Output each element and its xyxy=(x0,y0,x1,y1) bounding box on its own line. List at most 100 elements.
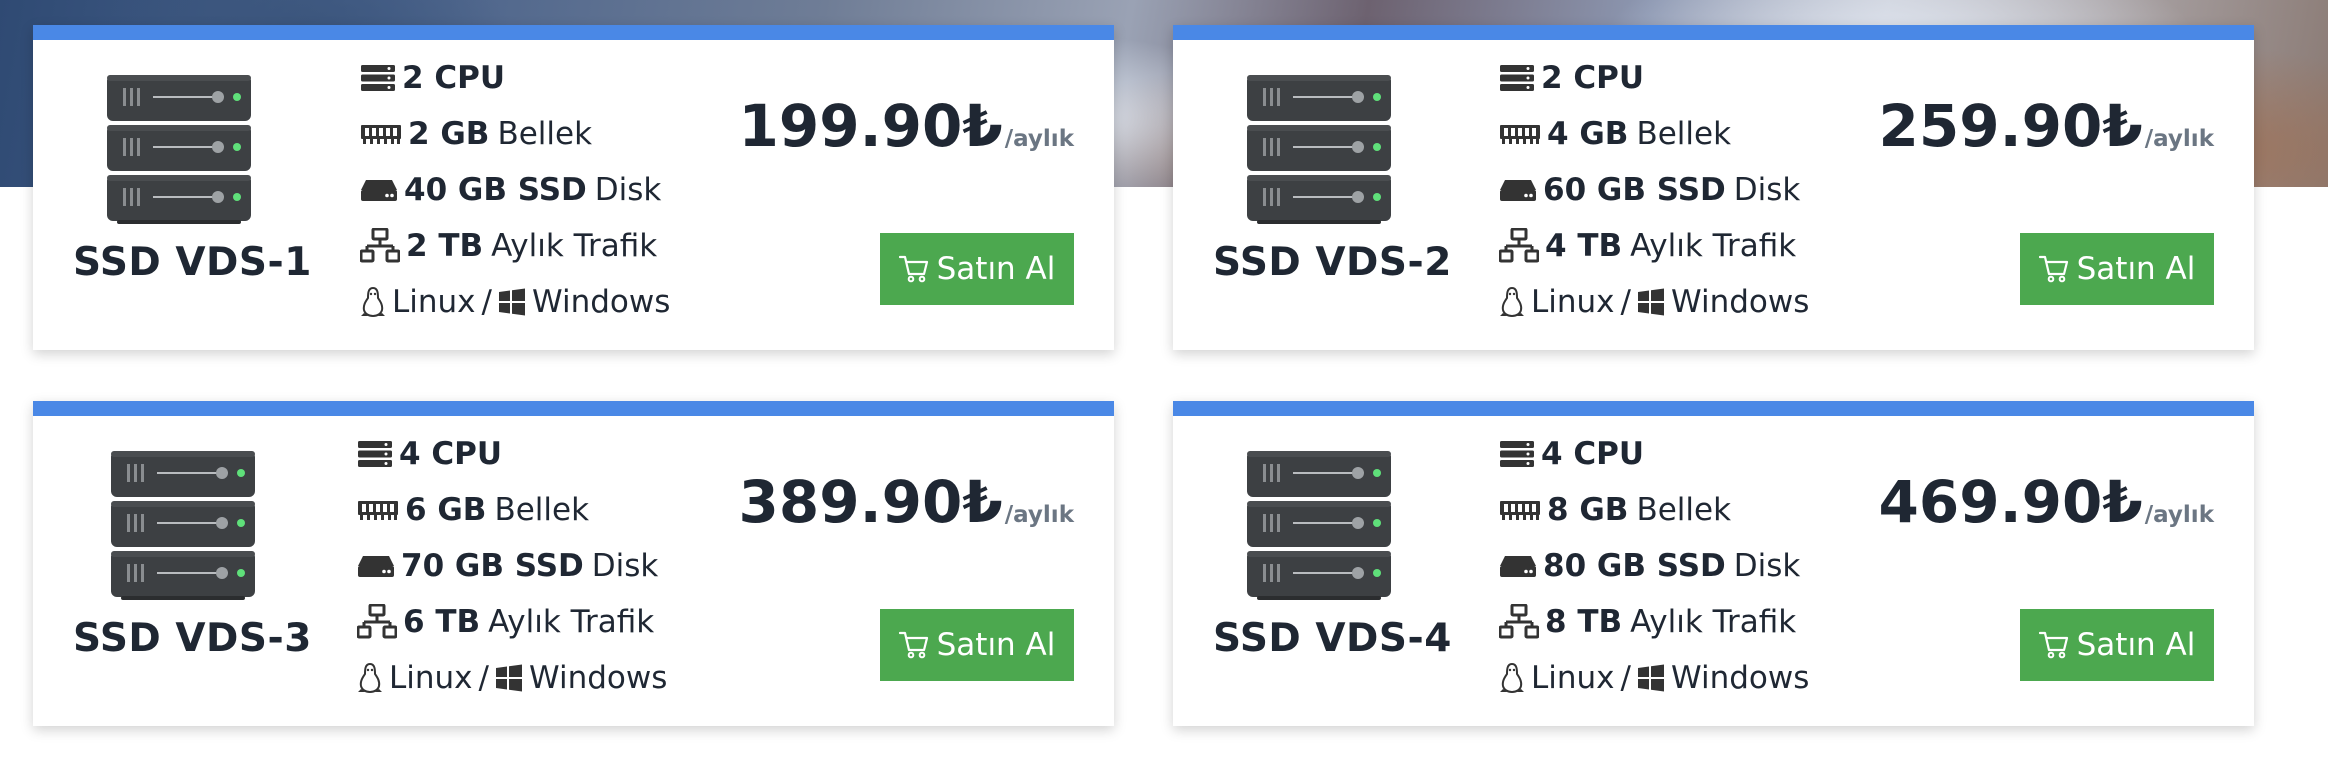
price-row: 389.90₺ /aylık xyxy=(739,468,1074,536)
ram-label: Bellek xyxy=(497,116,593,152)
disk-label: Disk xyxy=(594,172,662,208)
cpu-icon xyxy=(357,440,393,468)
server-icon xyxy=(1245,73,1393,225)
server-icon xyxy=(105,73,253,225)
windows-icon xyxy=(1637,664,1665,692)
plan-name: SSD VDS-4 xyxy=(1213,616,1452,661)
ram-value: 4 GB xyxy=(1547,116,1629,152)
price-period: /aylık xyxy=(2144,126,2214,152)
hard-drive-icon xyxy=(360,177,398,203)
network-icon xyxy=(1499,604,1539,640)
cpu-value: 4 CPU xyxy=(1541,436,1645,472)
os-linux: Linux xyxy=(1531,660,1615,696)
spec-traffic: 8 TB Aylık Trafik xyxy=(1499,600,1796,644)
cpu-value: 2 CPU xyxy=(1541,60,1645,96)
spec-ram: 4 GB Bellek xyxy=(1499,112,1731,156)
traffic-label: Aylık Trafik xyxy=(1630,228,1797,264)
os-separator: / xyxy=(481,284,492,320)
memory-icon xyxy=(1499,498,1541,522)
hard-drive-icon xyxy=(357,553,395,579)
windows-icon xyxy=(498,288,526,316)
hard-drive-icon xyxy=(1499,177,1537,203)
spec-traffic: 6 TB Aylık Trafik xyxy=(357,600,654,644)
price-period: /aylık xyxy=(1004,502,1074,528)
cart-icon xyxy=(898,631,929,659)
os-separator: / xyxy=(1620,284,1631,320)
spec-disk: 40 GB SSD Disk xyxy=(360,168,661,212)
ram-value: 8 GB xyxy=(1547,492,1629,528)
spec-cpu: 4 CPU xyxy=(357,432,510,476)
spec-os: Linux / Windows xyxy=(1499,656,1809,700)
memory-icon xyxy=(357,498,399,522)
spec-ram: 8 GB Bellek xyxy=(1499,488,1731,532)
buy-label: Satın Al xyxy=(2076,627,2196,663)
spec-os: Linux / Windows xyxy=(357,656,667,700)
cpu-icon xyxy=(360,64,396,92)
os-separator: / xyxy=(478,660,489,696)
disk-label: Disk xyxy=(591,548,659,584)
disk-value: 80 GB SSD xyxy=(1543,548,1726,584)
traffic-label: Aylık Trafik xyxy=(1630,604,1797,640)
spec-disk: 70 GB SSD Disk xyxy=(357,544,658,588)
plan-card: SSD VDS-1 2 CPU 2 GB Bellek 40 GB SSD Di… xyxy=(33,25,1114,350)
price-row: 199.90₺ /aylık xyxy=(739,92,1074,160)
price-row: 469.90₺ /aylık xyxy=(1879,468,2214,536)
network-icon xyxy=(1499,228,1539,264)
buy-button[interactable]: Satın Al xyxy=(2020,233,2214,305)
spec-disk: 60 GB SSD Disk xyxy=(1499,168,1800,212)
os-windows: Windows xyxy=(531,284,671,320)
spec-ram: 2 GB Bellek xyxy=(360,112,592,156)
server-icon xyxy=(1245,449,1393,601)
disk-value: 40 GB SSD xyxy=(404,172,587,208)
buy-label: Satın Al xyxy=(936,251,1056,287)
os-linux: Linux xyxy=(1531,284,1615,320)
price: 199.90₺ xyxy=(738,92,1003,160)
traffic-value: 6 TB xyxy=(403,604,481,640)
plan-name: SSD VDS-3 xyxy=(73,616,312,661)
buy-button[interactable]: Satın Al xyxy=(2020,609,2214,681)
spec-cpu: 2 CPU xyxy=(1499,56,1652,100)
plan-card: SSD VDS-4 4 CPU 8 GB Bellek 80 GB SSD Di… xyxy=(1173,401,2254,726)
cart-icon xyxy=(2038,631,2069,659)
traffic-value: 2 TB xyxy=(406,228,484,264)
traffic-label: Aylık Trafik xyxy=(488,604,655,640)
traffic-label: Aylık Trafik xyxy=(491,228,658,264)
linux-icon xyxy=(1499,286,1525,318)
network-icon xyxy=(357,604,397,640)
windows-icon xyxy=(1637,288,1665,316)
network-icon xyxy=(360,228,400,264)
ram-value: 2 GB xyxy=(408,116,490,152)
price: 469.90₺ xyxy=(1878,468,2143,536)
cpu-icon xyxy=(1499,64,1535,92)
os-separator: / xyxy=(1620,660,1631,696)
plan-card: SSD VDS-2 2 CPU 4 GB Bellek 60 GB SSD Di… xyxy=(1173,25,2254,350)
os-windows: Windows xyxy=(528,660,668,696)
price-period: /aylık xyxy=(2144,502,2214,528)
os-windows: Windows xyxy=(1670,284,1810,320)
memory-icon xyxy=(360,122,402,146)
spec-ram: 6 GB Bellek xyxy=(357,488,589,532)
buy-label: Satın Al xyxy=(2076,251,2196,287)
linux-icon xyxy=(1499,662,1525,694)
price-row: 259.90₺ /aylık xyxy=(1879,92,2214,160)
windows-icon xyxy=(495,664,523,692)
linux-icon xyxy=(360,286,386,318)
spec-cpu: 4 CPU xyxy=(1499,432,1652,476)
price: 259.90₺ xyxy=(1878,92,2143,160)
disk-label: Disk xyxy=(1733,172,1801,208)
buy-button[interactable]: Satın Al xyxy=(880,233,1074,305)
ram-label: Bellek xyxy=(1636,492,1732,528)
spec-traffic: 2 TB Aylık Trafik xyxy=(360,224,657,268)
os-linux: Linux xyxy=(392,284,476,320)
buy-label: Satın Al xyxy=(936,627,1056,663)
traffic-value: 8 TB xyxy=(1545,604,1623,640)
price-period: /aylık xyxy=(1004,126,1074,152)
buy-button[interactable]: Satın Al xyxy=(880,609,1074,681)
spec-cpu: 2 CPU xyxy=(360,56,513,100)
disk-value: 70 GB SSD xyxy=(401,548,584,584)
hard-drive-icon xyxy=(1499,553,1537,579)
cpu-value: 2 CPU xyxy=(402,60,506,96)
spec-traffic: 4 TB Aylık Trafik xyxy=(1499,224,1796,268)
memory-icon xyxy=(1499,122,1541,146)
ram-label: Bellek xyxy=(1636,116,1732,152)
